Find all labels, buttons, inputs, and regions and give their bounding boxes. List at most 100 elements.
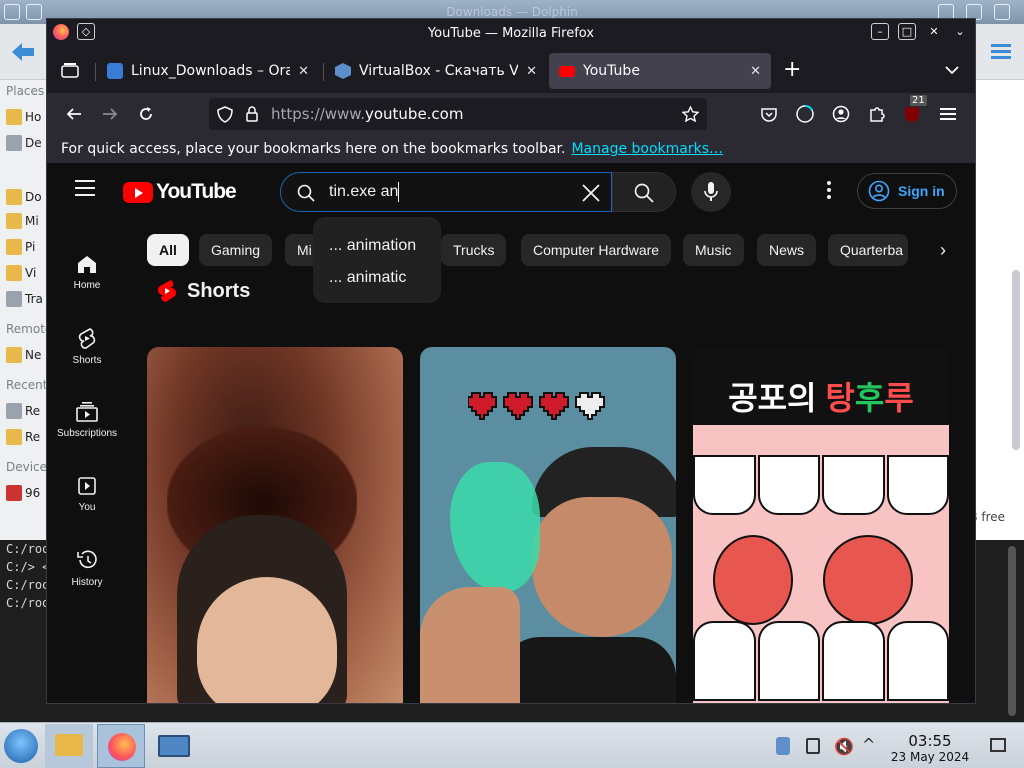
back-arrow-icon[interactable] <box>8 40 38 64</box>
close-icon[interactable]: ✕ <box>925 23 943 40</box>
taskbar-firefox[interactable] <box>97 724 145 768</box>
tab-virtualbox[interactable]: VirtualBox - Скачать Virtu ✕ <box>325 53 547 89</box>
url-text: https://www.youtube.com <box>271 105 464 123</box>
firefox-logo-icon[interactable] <box>53 24 69 40</box>
search-box[interactable]: tin.exe an <box>280 172 612 212</box>
lock-icon[interactable] <box>245 106 259 122</box>
settings-more-icon[interactable] <box>825 181 833 203</box>
maximize-icon[interactable]: □ <box>898 23 916 40</box>
battery-icon[interactable] <box>806 738 820 754</box>
document-icon <box>6 403 22 419</box>
scrollbar-thumb[interactable] <box>1012 270 1020 450</box>
taskbar-system-settings-icon[interactable] <box>158 735 190 757</box>
place-recent-files[interactable]: Re <box>6 400 40 422</box>
chip-trucks[interactable]: Trucks <box>441 234 507 266</box>
close-tab-icon[interactable]: ✕ <box>750 64 761 79</box>
tab-linux-downloads[interactable]: Linux_Downloads – Oracle ✕ <box>97 53 319 89</box>
folder-icon <box>6 189 22 205</box>
clear-search-icon[interactable] <box>581 183 601 203</box>
place-device[interactable]: 96 <box>6 482 40 504</box>
search-suggestions-dropdown: ... animation ... animatic <box>313 217 441 303</box>
pocket-icon <box>761 107 777 122</box>
guide-item-history[interactable]: History <box>47 531 127 605</box>
downloads-button[interactable] <box>792 101 818 127</box>
place-desktop[interactable]: De <box>6 132 42 154</box>
guide-item-shorts[interactable]: Shorts <box>47 309 127 383</box>
back-button[interactable] <box>61 101 87 127</box>
short-card[interactable] <box>147 347 403 703</box>
show-desktop-icon[interactable] <box>990 738 1006 752</box>
bookmark-star-icon[interactable] <box>682 106 699 122</box>
voice-search-button[interactable] <box>691 172 731 212</box>
terminal-line: C:/roo <box>6 542 50 556</box>
place-pictures[interactable]: Pi <box>6 236 35 258</box>
menu-icon[interactable] <box>990 42 1012 60</box>
place-home[interactable]: Ho <box>6 106 41 128</box>
youtube-logo[interactable]: YouTube <box>123 180 237 204</box>
clock[interactable]: 03:55 23 May 2024 <box>880 732 980 764</box>
place-network[interactable]: Ne <box>6 344 41 366</box>
ublock-shield-icon <box>905 106 919 122</box>
window-title: YouTube — Mozilla Firefox <box>427 25 595 41</box>
back-arrow-icon <box>66 108 81 120</box>
chip-computer-hardware[interactable]: Computer Hardware <box>521 234 672 266</box>
chip-news[interactable]: News <box>757 234 817 266</box>
new-tab-button[interactable]: + <box>783 57 801 82</box>
teeth-top <box>693 455 949 515</box>
reload-icon <box>140 107 152 120</box>
terminal-scrollbar[interactable] <box>1008 546 1016 716</box>
url-bar[interactable]: https://www.youtube.com <box>209 98 707 130</box>
guide-menu-icon[interactable] <box>75 180 95 196</box>
pocket-button[interactable] <box>756 101 782 127</box>
guide-item-home[interactable]: Home <box>47 235 127 309</box>
pin-icon[interactable] <box>26 4 42 20</box>
window-menu-icon[interactable] <box>4 4 20 20</box>
close-tab-icon[interactable]: ✕ <box>526 64 537 79</box>
chevron-up-icon[interactable]: ^ <box>862 735 875 754</box>
account-button[interactable] <box>828 101 854 127</box>
place-videos[interactable]: Vi <box>6 262 36 284</box>
tab-separator <box>323 63 324 81</box>
suggestion-item[interactable]: ... animatic <box>329 269 406 287</box>
tracking-protection-shield-icon[interactable] <box>217 106 233 123</box>
ublock-button[interactable]: 21 <box>899 95 927 127</box>
chip-all[interactable]: All <box>147 234 189 266</box>
close-icon[interactable] <box>994 4 1010 20</box>
pin-icon[interactable]: ◇ <box>77 23 95 40</box>
short-thumbnail-face <box>532 497 672 637</box>
chip-music[interactable]: Music <box>683 234 744 266</box>
guide-item-subscriptions[interactable]: Subscriptions <box>47 383 127 457</box>
short-card[interactable]: 공포의 탕후루 <box>693 347 949 703</box>
tab-youtube[interactable]: YouTube ✕ <box>549 53 771 89</box>
guide-item-you[interactable]: You <box>47 457 127 531</box>
place-downloads[interactable]: Do <box>6 186 42 208</box>
place-music[interactable]: Mi <box>6 210 39 232</box>
minimize-icon[interactable]: – <box>871 23 889 40</box>
close-tab-icon[interactable]: ✕ <box>298 64 309 79</box>
start-menu-icon[interactable] <box>4 729 38 763</box>
list-all-tabs-icon[interactable] <box>945 65 959 75</box>
forward-button[interactable] <box>97 101 123 127</box>
app-menu-button[interactable] <box>935 101 961 127</box>
folder-icon <box>6 213 22 229</box>
chip-gaming[interactable]: Gaming <box>199 234 273 266</box>
tab-groups-icon[interactable] <box>61 62 79 78</box>
oracle-favicon-icon <box>107 63 123 79</box>
kde-menu-icon[interactable]: ⌄ <box>951 23 969 40</box>
manage-bookmarks-link[interactable]: Manage bookmarks… <box>571 141 723 157</box>
chip-quarterback[interactable]: Quarterba <box>828 234 908 266</box>
forward-arrow-icon <box>103 108 118 120</box>
taskbar-file-manager[interactable] <box>45 724 93 768</box>
sign-in-button[interactable]: Sign in <box>857 173 957 209</box>
search-button[interactable] <box>612 172 676 212</box>
clipboard-icon[interactable] <box>776 737 790 755</box>
chevron-right-icon[interactable]: › <box>929 236 957 264</box>
place-recent-locations[interactable]: Re <box>6 426 40 448</box>
volume-muted-icon[interactable]: 🔇 <box>834 737 854 756</box>
place-trash[interactable]: Tra <box>6 288 43 310</box>
search-input[interactable]: tin.exe an <box>329 183 398 201</box>
suggestion-item[interactable]: ... animation <box>329 237 416 255</box>
extensions-button[interactable] <box>864 101 890 127</box>
short-card[interactable] <box>420 347 676 703</box>
reload-button[interactable] <box>133 101 159 127</box>
